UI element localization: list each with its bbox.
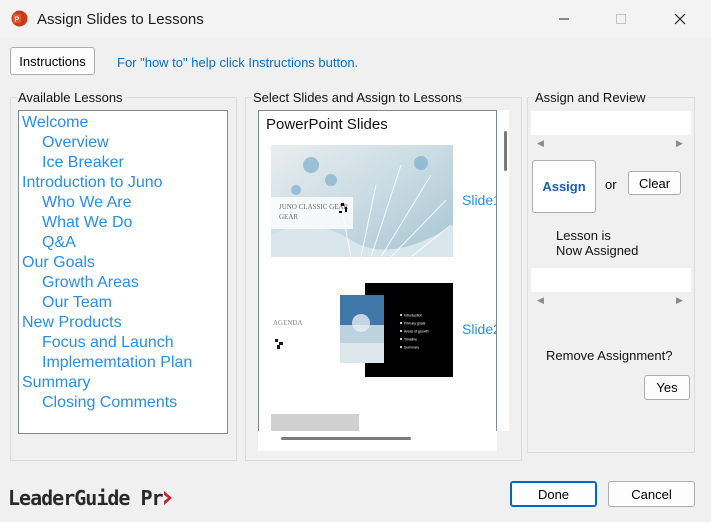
- close-button[interactable]: [656, 0, 704, 38]
- maximize-button: [597, 0, 645, 38]
- lesson-review-scrollbar[interactable]: [531, 292, 691, 309]
- svg-text:Primary goals: Primary goals: [404, 322, 426, 326]
- lesson-item[interactable]: Our Team: [42, 294, 112, 312]
- svg-text:Summary: Summary: [404, 346, 419, 350]
- scroll-left-icon[interactable]: ◀: [537, 295, 544, 306]
- slides-listbox[interactable]: PowerPoint Slides JUNO CLASSIC GEAR GEAR…: [258, 110, 497, 451]
- svg-text:Timeline: Timeline: [404, 338, 417, 342]
- maximize-icon: [616, 14, 626, 24]
- clear-button[interactable]: Clear: [628, 171, 681, 195]
- slide-review-scrollbar[interactable]: [531, 135, 691, 152]
- window-title: Assign Slides to Lessons: [37, 11, 204, 28]
- lesson-item[interactable]: Our Goals: [22, 254, 95, 272]
- title-bar: P Assign Slides to Lessons: [0, 0, 711, 38]
- slide-thumb-text: AGENDA: [273, 319, 303, 327]
- lessons-listbox[interactable]: Welcome Overview Ice Breaker Introductio…: [18, 110, 228, 434]
- scroll-left-icon[interactable]: ◀: [537, 138, 544, 149]
- status-line: Now Assigned: [556, 243, 639, 258]
- assignment-status: Lesson is Now Assigned: [556, 228, 638, 258]
- slide-thumbnail[interactable]: JUNO CLASSIC GEAR GEAR: [271, 145, 453, 257]
- lesson-item[interactable]: Summary: [22, 374, 90, 392]
- lesson-item[interactable]: Implememtation Plan: [42, 354, 192, 372]
- cancel-button[interactable]: Cancel: [608, 481, 695, 507]
- instructions-hint: For "how to" help click Instructions but…: [117, 55, 359, 70]
- minimize-button[interactable]: [540, 0, 588, 38]
- brand-chevron-icon: [163, 491, 172, 505]
- lesson-item[interactable]: New Products: [22, 314, 122, 332]
- svg-text:Introduction: Introduction: [404, 314, 422, 318]
- slides-vertical-scrollbar[interactable]: [497, 110, 509, 431]
- slide-link[interactable]: Slide2: [462, 321, 496, 337]
- yes-button[interactable]: Yes: [644, 375, 690, 400]
- close-icon: [674, 13, 686, 25]
- brand-text: LeaderGuide Pr: [8, 486, 164, 510]
- lesson-item[interactable]: What We Do: [42, 214, 132, 232]
- lesson-item[interactable]: Closing Comments: [42, 394, 177, 412]
- svg-text:GEAR: GEAR: [279, 213, 298, 221]
- powerpoint-icon: P: [11, 10, 28, 27]
- slide-review-field[interactable]: [531, 111, 691, 135]
- slides-horizontal-scrollbar[interactable]: [258, 431, 497, 451]
- slides-hscroll-thumb[interactable]: [281, 437, 411, 440]
- instructions-button[interactable]: Instructions: [10, 47, 95, 75]
- or-label: or: [605, 177, 617, 192]
- svg-text:Areas of growth: Areas of growth: [404, 330, 429, 334]
- slide-thumbnail[interactable]: AGENDA Introduction Primary goals Areas …: [271, 283, 453, 377]
- done-button[interactable]: Done: [510, 481, 597, 507]
- lesson-item[interactable]: Growth Areas: [42, 274, 139, 292]
- lesson-item[interactable]: Q&A: [42, 234, 76, 252]
- lesson-item[interactable]: Ice Breaker: [42, 154, 124, 172]
- slides-list-title: PowerPoint Slides: [266, 116, 388, 133]
- lesson-review-field[interactable]: [531, 268, 691, 292]
- slide-thumb-text: JUNO CLASSIC GEAR: [279, 203, 349, 211]
- scroll-right-icon[interactable]: ▶: [676, 295, 683, 306]
- minimize-icon: [559, 18, 569, 20]
- slides-group-label: Select Slides and Assign to Lessons: [251, 90, 464, 105]
- lesson-item[interactable]: Welcome: [22, 114, 88, 132]
- status-line: Lesson is: [556, 228, 611, 243]
- lesson-item[interactable]: Who We Are: [42, 194, 132, 212]
- remove-assignment-label: Remove Assignment?: [546, 348, 673, 363]
- scroll-right-icon[interactable]: ▶: [676, 138, 683, 149]
- slides-scroll-thumb[interactable]: [504, 131, 507, 171]
- assign-group-label: Assign and Review: [533, 90, 648, 105]
- brand-logo: LeaderGuide Pr: [8, 486, 173, 510]
- assign-button[interactable]: Assign: [532, 160, 596, 213]
- lesson-item[interactable]: Focus and Launch: [42, 334, 174, 352]
- lesson-item[interactable]: Introduction to Juno: [22, 174, 163, 192]
- svg-text:P: P: [15, 17, 20, 24]
- lesson-item[interactable]: Overview: [42, 134, 109, 152]
- slide-link[interactable]: Slide1: [462, 192, 496, 208]
- lessons-group-label: Available Lessons: [16, 90, 125, 105]
